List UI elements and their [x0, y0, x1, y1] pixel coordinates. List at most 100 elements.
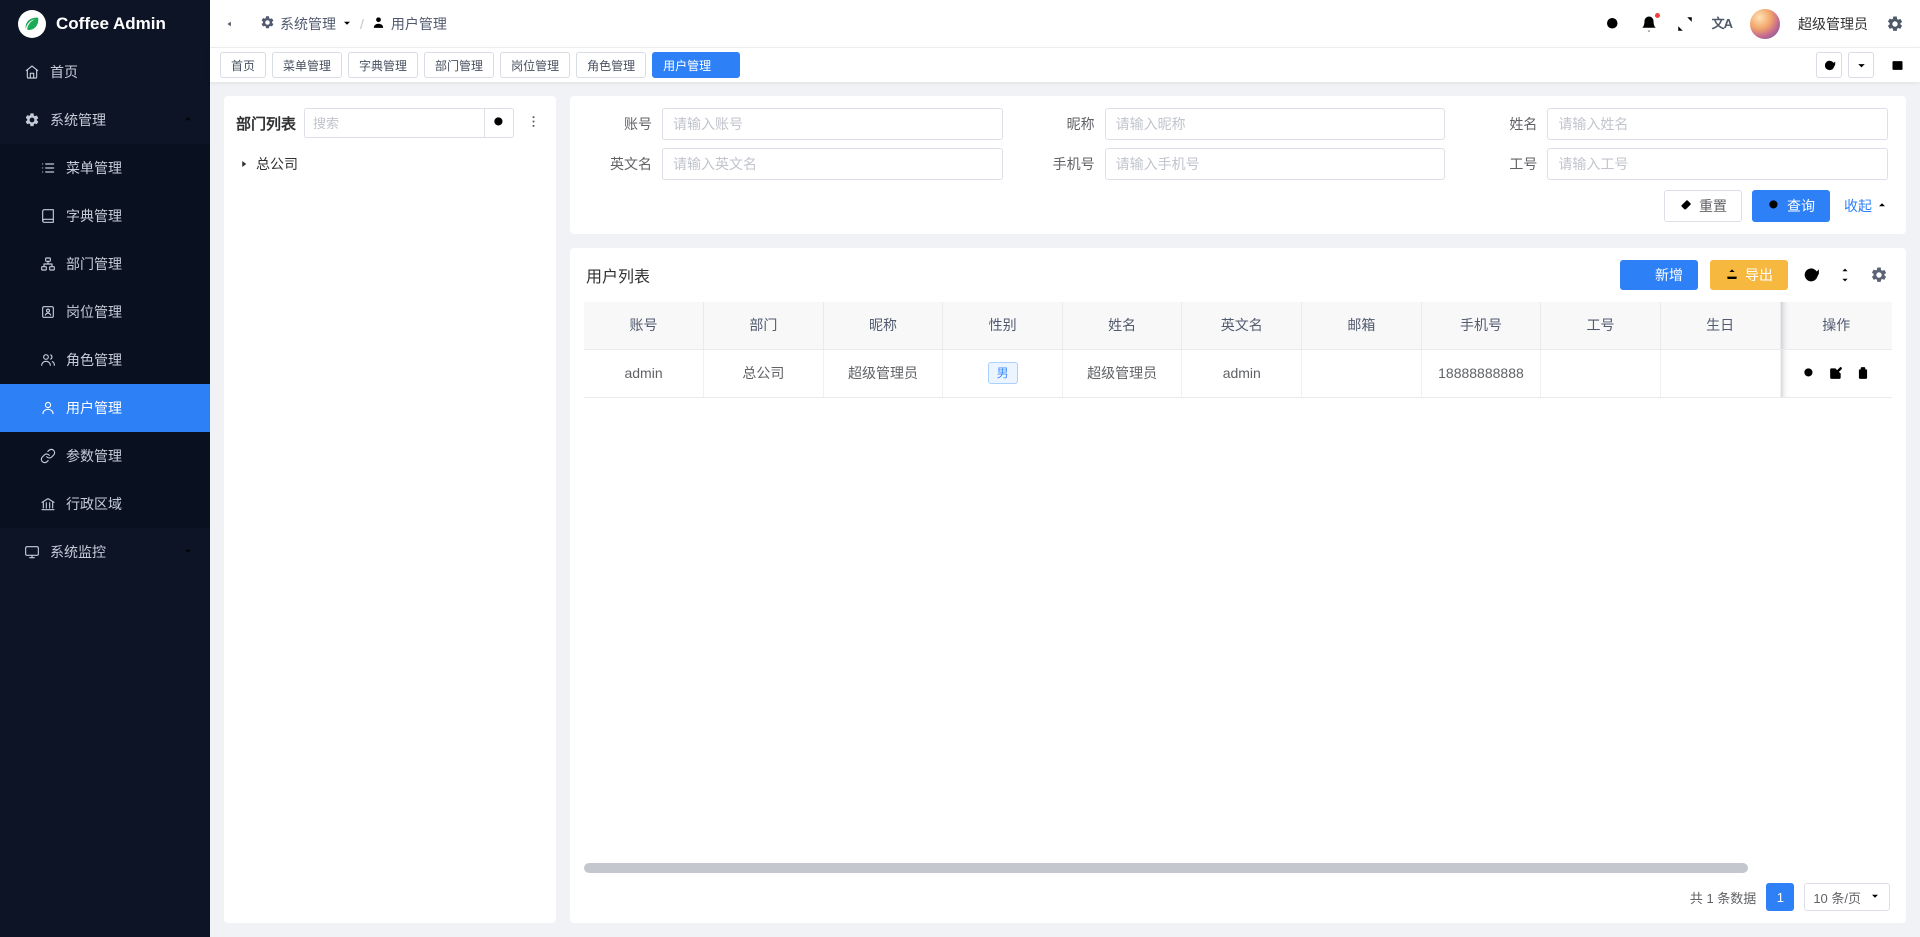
- scrollbar-thumb[interactable]: [584, 863, 1748, 873]
- tab-user-management[interactable]: 用户管理: [652, 52, 740, 78]
- user-list-header: 用户列表 新增 导出: [584, 260, 1892, 290]
- gender-tag: 男: [988, 362, 1018, 384]
- sidebar-item-system-monitor[interactable]: 系统监控: [0, 528, 210, 576]
- tab-dict-management[interactable]: 字典管理: [348, 52, 418, 78]
- eraser-icon: [1679, 198, 1693, 215]
- avatar[interactable]: [1750, 9, 1780, 39]
- export-icon: [1725, 267, 1739, 284]
- sidebar-item-post-management[interactable]: 岗位管理: [0, 288, 210, 336]
- translate-icon[interactable]: 文A: [1712, 17, 1732, 30]
- close-icon[interactable]: [717, 58, 729, 73]
- org-tree-icon: [40, 256, 56, 272]
- tab-home[interactable]: 首页: [220, 52, 266, 78]
- account-input[interactable]: [662, 108, 1003, 140]
- home-icon: [24, 64, 40, 80]
- tab-post-management[interactable]: 岗位管理: [500, 52, 570, 78]
- tab-label: 部门管理: [435, 57, 483, 74]
- export-button-label: 导出: [1745, 265, 1773, 285]
- fullscreen-icon[interactable]: [1676, 15, 1694, 33]
- form-item-en-name: 英文名: [588, 148, 1003, 180]
- refresh-icon[interactable]: [1800, 264, 1822, 286]
- user-icon: [40, 400, 56, 416]
- sidebar-item-label: 参数管理: [66, 446, 122, 466]
- sidebar-item-label: 首页: [50, 62, 78, 82]
- topbar-actions: 文A 超级管理员: [1604, 9, 1904, 39]
- column-header-nickname: 昵称: [823, 302, 943, 349]
- user-icon: [371, 15, 386, 33]
- users-icon: [40, 352, 56, 368]
- user-table: 账号 部门 昵称 性别 姓名 英文名 邮箱 手机号 工号 生日 操作: [584, 302, 1892, 398]
- form-item-name: 姓名: [1473, 108, 1888, 140]
- sidebar-item-home[interactable]: 首页: [0, 48, 210, 96]
- bell-icon[interactable]: [1640, 15, 1658, 33]
- book-icon: [40, 208, 56, 224]
- column-header-job-no: 工号: [1541, 302, 1661, 349]
- dept-search-button[interactable]: [484, 108, 514, 138]
- pagination-total: 共 1 条数据: [1690, 888, 1756, 907]
- view-icon[interactable]: [1802, 366, 1816, 380]
- tree-item-label: 总公司: [256, 154, 298, 174]
- query-button-label: 查询: [1787, 196, 1815, 216]
- cell-name: 超级管理员: [1062, 349, 1182, 397]
- sidebar-item-label: 菜单管理: [66, 158, 122, 178]
- collapse-link[interactable]: 收起: [1844, 196, 1888, 216]
- plus-icon: [1635, 267, 1649, 284]
- column-header-account: 账号: [584, 302, 704, 349]
- layout-icon[interactable]: [1884, 52, 1910, 78]
- account-label: 账号: [588, 114, 662, 134]
- breadcrumb-item-system[interactable]: 系统管理: [260, 14, 353, 34]
- topbar: 系统管理 / 用户管理 文A 超级管理员: [210, 0, 1920, 48]
- column-header-en-name: 英文名: [1182, 302, 1302, 349]
- app-logo[interactable]: Coffee Admin: [0, 0, 210, 48]
- gear-icon[interactable]: [1886, 15, 1904, 33]
- add-user-button[interactable]: 新增: [1620, 260, 1698, 290]
- caret-right-icon[interactable]: [238, 158, 250, 170]
- sidebar-item-user-management[interactable]: 用户管理: [0, 384, 210, 432]
- gear-icon[interactable]: [1868, 264, 1890, 286]
- sidebar-item-role-management[interactable]: 角色管理: [0, 336, 210, 384]
- tab-menu-management[interactable]: 菜单管理: [272, 52, 342, 78]
- user-name[interactable]: 超级管理员: [1798, 14, 1868, 34]
- sidebar-nav: 首页 系统管理 菜单管理 字典管理 部门管理: [0, 48, 210, 576]
- page-number-button[interactable]: 1: [1766, 883, 1794, 911]
- job-no-input[interactable]: [1547, 148, 1888, 180]
- table-actions: 新增 导出: [1620, 260, 1890, 290]
- name-input[interactable]: [1547, 108, 1888, 140]
- sidebar-item-admin-region[interactable]: 行政区域: [0, 480, 210, 528]
- user-list-title: 用户列表: [586, 263, 650, 287]
- sidebar-item-menu-management[interactable]: 菜单管理: [0, 144, 210, 192]
- tab-label: 字典管理: [359, 57, 407, 74]
- tree-item-head-office[interactable]: 总公司: [236, 154, 544, 174]
- menu-fold-icon[interactable]: [224, 14, 244, 34]
- collapse-link-label: 收起: [1844, 196, 1872, 216]
- phone-input[interactable]: [1105, 148, 1446, 180]
- refresh-icon[interactable]: [1816, 52, 1842, 78]
- horizontal-scrollbar: [584, 863, 1892, 873]
- tab-dept-management[interactable]: 部门管理: [424, 52, 494, 78]
- form-item-nickname: 昵称: [1031, 108, 1446, 140]
- tab-label: 首页: [231, 57, 255, 74]
- cell-birthday: [1660, 349, 1780, 397]
- sidebar-item-dept-management[interactable]: 部门管理: [0, 240, 210, 288]
- sidebar-item-system-management[interactable]: 系统管理: [0, 96, 210, 144]
- tab-role-management[interactable]: 角色管理: [576, 52, 646, 78]
- delete-icon[interactable]: [1856, 366, 1870, 380]
- phone-label: 手机号: [1031, 154, 1105, 174]
- export-button[interactable]: 导出: [1710, 260, 1788, 290]
- row-height-icon[interactable]: [1834, 264, 1856, 286]
- sidebar-item-dict-management[interactable]: 字典管理: [0, 192, 210, 240]
- search-icon[interactable]: [1604, 15, 1622, 33]
- dept-panel-title: 部门列表: [236, 113, 296, 134]
- dept-more-button[interactable]: [522, 108, 544, 138]
- nickname-input[interactable]: [1105, 108, 1446, 140]
- en-name-input[interactable]: [662, 148, 1003, 180]
- badge-icon: [40, 304, 56, 320]
- query-button[interactable]: 查询: [1752, 190, 1830, 222]
- chevron-down-icon[interactable]: [1848, 52, 1874, 78]
- reset-button[interactable]: 重置: [1664, 190, 1742, 222]
- dept-search-input[interactable]: [304, 108, 484, 138]
- edit-icon[interactable]: [1829, 366, 1843, 380]
- page-size-select[interactable]: 10 条/页: [1804, 883, 1890, 911]
- sidebar-item-param-management[interactable]: 参数管理: [0, 432, 210, 480]
- table-row: admin 总公司 超级管理员 男 超级管理员 admin 1888888888…: [584, 349, 1892, 397]
